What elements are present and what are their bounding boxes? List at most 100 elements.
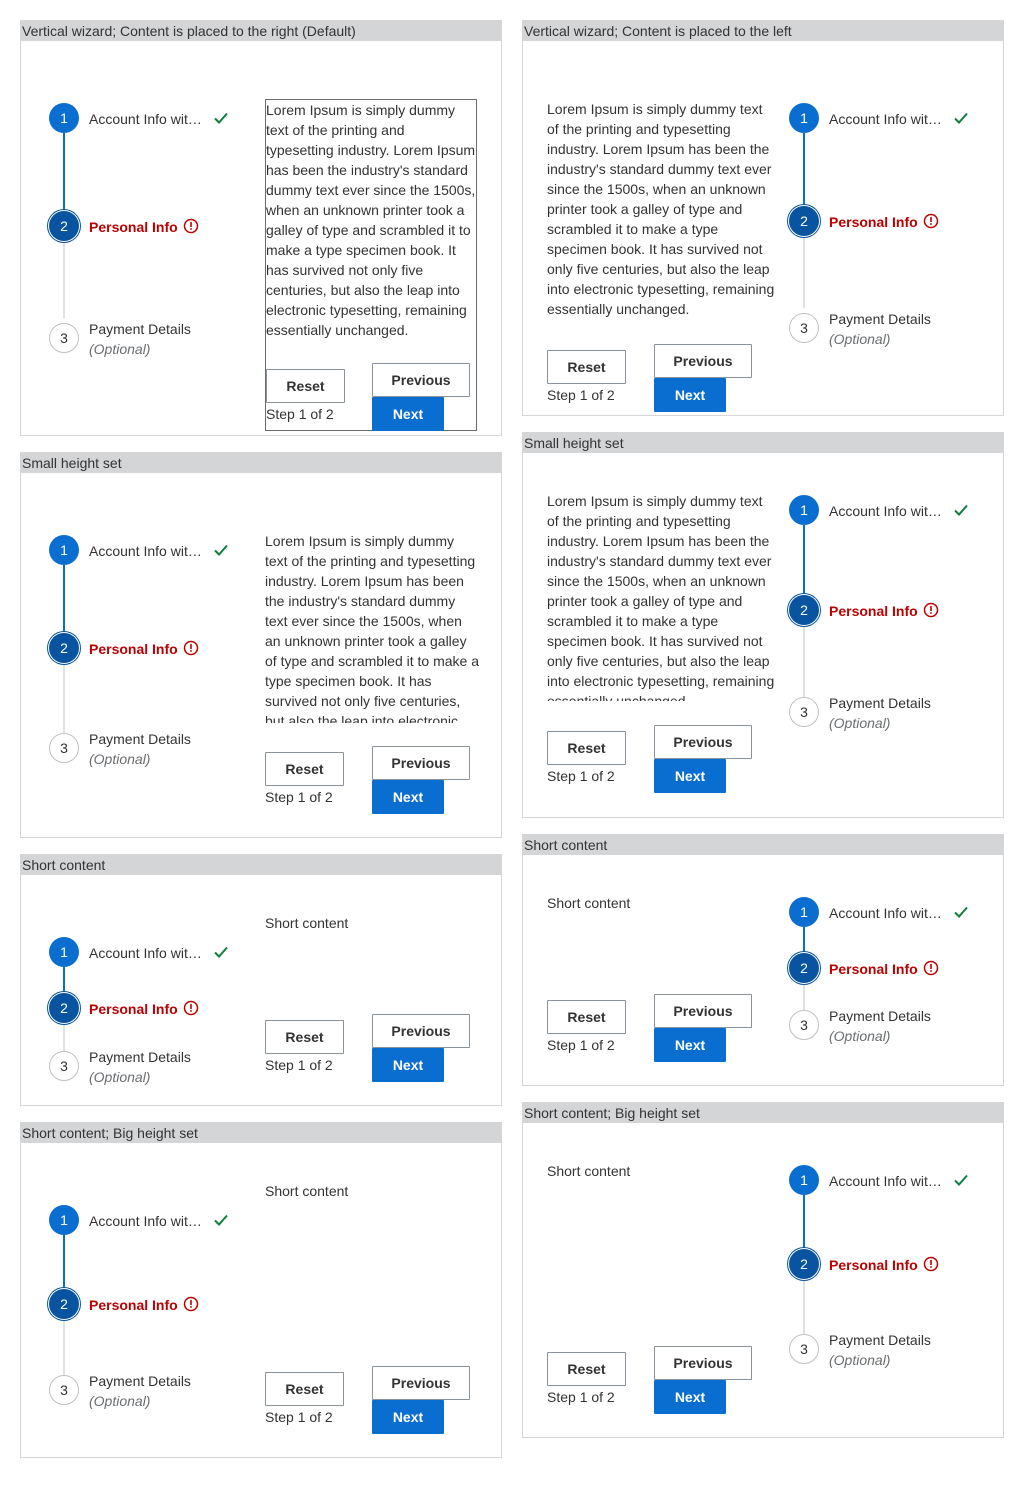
wizard-steps: 1 Account Info wit… 2 Personal Info 3 Pa… (21, 473, 228, 793)
next-button[interactable]: Next (654, 1380, 726, 1414)
step-label: Personal Info (829, 1257, 918, 1273)
error-icon (923, 602, 939, 618)
reset-button[interactable]: Reset (265, 752, 344, 786)
checkmark-icon (954, 1174, 968, 1186)
step-number: 2 (789, 595, 819, 625)
checkmark-icon (214, 544, 228, 556)
reset-button[interactable]: Reset (547, 350, 626, 384)
step-label: Account Info wit… (829, 111, 942, 127)
demo-title: Short content; Big height set (21, 1123, 501, 1143)
previous-button[interactable]: Previous (654, 994, 752, 1028)
error-icon (183, 1296, 199, 1312)
next-button[interactable]: Next (372, 1400, 444, 1434)
next-button[interactable]: Next (654, 378, 726, 412)
error-icon (923, 213, 939, 229)
previous-button[interactable]: Previous (654, 344, 752, 378)
step-label: Personal Info (89, 1297, 178, 1313)
step-optional: (Optional) (89, 341, 151, 357)
step-info: Step 1 of 2 (265, 1057, 333, 1073)
wizard-steps: 1 Account Info wit… 2 Personal Info 3 Pa… (761, 41, 968, 361)
previous-button[interactable]: Previous (654, 1346, 752, 1380)
step-label: Payment Details (89, 1373, 191, 1389)
step-label: Personal Info (89, 219, 178, 235)
step-number: 1 (49, 937, 79, 967)
step-number: 3 (49, 1375, 79, 1405)
step-info: Step 1 of 2 (547, 768, 615, 784)
wizard-content: Lorem Ipsum is simply dummy text of the … (547, 491, 775, 821)
content-text: Lorem Ipsum is simply dummy text of the … (547, 493, 775, 701)
step-optional: (Optional) (829, 1352, 891, 1368)
reset-button[interactable]: Reset (547, 1000, 626, 1034)
content-text: Lorem Ipsum is simply dummy text of the … (266, 102, 476, 338)
step-number: 1 (789, 103, 819, 133)
wizard-content: Short content Reset Step 1 of 2 Previous… (265, 1181, 479, 1461)
step-label: Payment Details (89, 1049, 191, 1065)
next-button[interactable]: Next (372, 397, 444, 431)
content-text: Short content (265, 1183, 349, 1199)
demo-panel: Small height set 1 Account Info wit… 2 P… (20, 452, 502, 838)
next-button[interactable]: Next (372, 1048, 444, 1082)
wizard-steps: 1 Account Info wit… 2 Personal Info 3 Pa… (761, 855, 968, 1055)
step-number: 2 (789, 953, 819, 983)
previous-button[interactable]: Previous (654, 725, 752, 759)
step-label: Personal Info (829, 214, 918, 230)
error-icon (183, 218, 199, 234)
next-button[interactable]: Next (372, 780, 444, 814)
content-text: Short content (547, 1163, 631, 1179)
content-text: Short content (265, 915, 349, 931)
step-info: Step 1 of 2 (547, 387, 615, 403)
next-button[interactable]: Next (654, 759, 726, 793)
wizard-steps: 1 Account Info wit… 2 Personal Info 3 Pa… (21, 41, 228, 361)
error-icon (183, 640, 199, 656)
previous-button[interactable]: Previous (372, 746, 470, 780)
step-info: Step 1 of 2 (265, 1409, 333, 1425)
checkmark-icon (954, 906, 968, 918)
step-optional: (Optional) (829, 1028, 891, 1044)
content-text: Lorem Ipsum is simply dummy text of the … (547, 101, 775, 317)
step-label: Payment Details (829, 1332, 931, 1348)
reset-button[interactable]: Reset (547, 1352, 626, 1386)
step-number: 3 (789, 313, 819, 343)
step-label: Account Info wit… (829, 503, 942, 519)
step-number: 3 (49, 1051, 79, 1081)
demo-title: Short content (21, 855, 501, 875)
next-button[interactable]: Next (654, 1028, 726, 1062)
reset-button[interactable]: Reset (266, 369, 345, 403)
checkmark-icon (954, 504, 968, 516)
step-label: Payment Details (89, 321, 191, 337)
previous-button[interactable]: Previous (372, 1014, 470, 1048)
step-number: 2 (49, 633, 79, 663)
demo-panel: Vertical wizard; Content is placed to th… (20, 20, 502, 436)
step-optional: (Optional) (829, 331, 891, 347)
reset-button[interactable]: Reset (547, 731, 626, 765)
checkmark-icon (214, 112, 228, 124)
content-text: Lorem Ipsum is simply dummy text of the … (265, 533, 479, 723)
wizard-content: Lorem Ipsum is simply dummy text of the … (265, 99, 477, 431)
step-number: 2 (49, 1289, 79, 1319)
step-number: 1 (49, 535, 79, 565)
step-number: 2 (789, 1249, 819, 1279)
step-optional: (Optional) (89, 1393, 151, 1409)
wizard-steps: 1 Account Info wit… 2 Personal Info 3 Pa… (761, 1123, 968, 1423)
previous-button[interactable]: Previous (372, 1366, 470, 1400)
step-info: Step 1 of 2 (266, 406, 334, 422)
step-label: Payment Details (829, 311, 931, 327)
step-info: Step 1 of 2 (547, 1037, 615, 1053)
checkmark-icon (954, 112, 968, 124)
step-label: Account Info wit… (89, 1213, 202, 1229)
checkmark-icon (214, 946, 228, 958)
step-label: Account Info wit… (89, 945, 202, 961)
wizard-content: Short content Reset Step 1 of 2 Previous… (547, 893, 775, 1083)
step-label: Personal Info (829, 961, 918, 977)
content-text: Short content (547, 895, 631, 911)
step-label: Personal Info (89, 641, 178, 657)
step-info: Step 1 of 2 (547, 1389, 615, 1405)
step-number: 3 (789, 697, 819, 727)
demo-title: Small height set (21, 453, 501, 473)
reset-button[interactable]: Reset (265, 1372, 344, 1406)
step-number: 3 (49, 323, 79, 353)
previous-button[interactable]: Previous (372, 363, 470, 397)
wizard-content: Lorem Ipsum is simply dummy text of the … (547, 99, 775, 419)
reset-button[interactable]: Reset (265, 1020, 344, 1054)
wizard-content: Short content Reset Step 1 of 2 Previous… (265, 913, 479, 1103)
